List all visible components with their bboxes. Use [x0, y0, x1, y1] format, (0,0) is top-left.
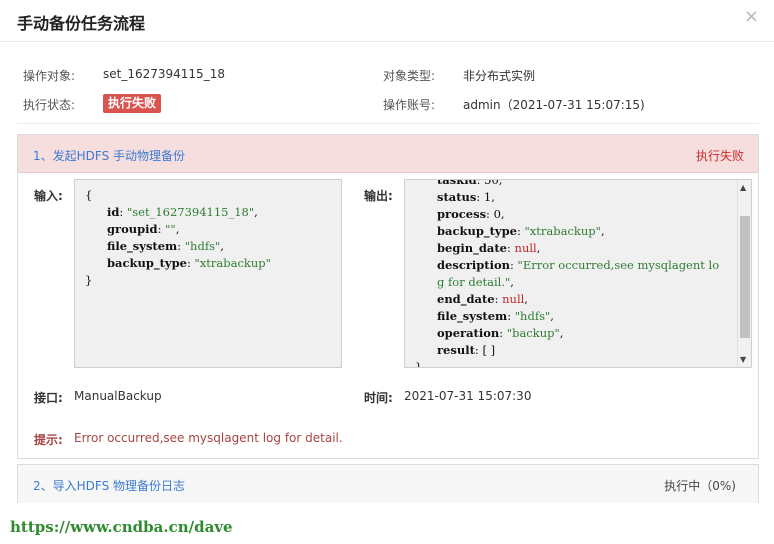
hint-value: Error occurred,see mysqlagent log for de…: [74, 431, 343, 445]
code-line: description: "Error occurred,see mysqlag…: [437, 258, 720, 272]
output-label: 输出:: [364, 189, 393, 203]
code-line: result: [ ]: [437, 343, 496, 357]
code-line: g for detail.",: [437, 275, 514, 289]
footer-link[interactable]: https://www.cndba.cn/dave: [10, 518, 233, 536]
code-line: end_date: null,: [437, 292, 528, 306]
code-line: operation: "backup",: [437, 326, 564, 340]
output-code-box[interactable]: taskid: 50, status: 1, process: 0, backu…: [404, 179, 752, 368]
task-status-2: 执行中（0%): [664, 479, 736, 493]
task-name-1[interactable]: 1、发起HDFS 手动物理备份: [33, 147, 185, 164]
output-scrollbar[interactable]: ▲ ▼: [737, 180, 751, 367]
task-status-1: 执行失败: [695, 149, 744, 163]
exec-status-label: 执行状态:: [23, 98, 76, 112]
code-line: }: [85, 273, 93, 287]
status-badge: 执行失败: [103, 94, 162, 113]
code-line: }: [415, 360, 423, 368]
account-value: admin（2021-07-31 15:07:15): [463, 98, 645, 112]
code-line: backup_type: "xtrabackup": [107, 256, 271, 270]
input-code-box[interactable]: { id: "set_1627394115_18", groupid: "", …: [74, 179, 342, 368]
dialog-title: 手动备份任务流程: [17, 14, 146, 33]
code-line: backup_type: "xtrabackup",: [437, 224, 605, 238]
task-panel-2: 2、导入HDFS 物理备份日志 执行中（0%): [17, 464, 759, 503]
code-line: begin_date: null,: [437, 241, 541, 255]
code-line: file_system: "hdfs",: [107, 239, 224, 253]
input-label: 输入:: [34, 189, 63, 203]
code-line: {: [85, 188, 93, 202]
time-value: 2021-07-31 15:07:30: [404, 389, 532, 403]
code-line: file_system: "hdfs",: [437, 309, 554, 323]
account-label: 操作账号:: [383, 98, 436, 112]
api-label: 接口:: [34, 391, 63, 405]
code-line: id: "set_1627394115_18",: [107, 205, 258, 219]
code-line: groupid: "",: [107, 222, 180, 236]
time-label: 时间:: [364, 391, 393, 405]
object-value: set_1627394115_18: [103, 67, 225, 81]
task-name-2[interactable]: 2、导入HDFS 物理备份日志: [33, 477, 185, 494]
object-type-label: 对象类型:: [383, 69, 436, 83]
close-icon[interactable]: ×: [744, 7, 759, 27]
divider: [17, 123, 759, 124]
scroll-up-icon[interactable]: ▲: [740, 183, 746, 192]
api-value: ManualBackup: [74, 389, 162, 403]
object-type-value: 非分布式实例: [463, 69, 536, 83]
scroll-down-icon[interactable]: ▼: [740, 355, 746, 364]
hint-label: 提示:: [34, 433, 63, 447]
code-line: process: 0,: [437, 207, 505, 221]
task-header-1[interactable]: 1、发起HDFS 手动物理备份 执行失败: [18, 135, 758, 173]
code-line: taskid: 50,: [437, 179, 503, 187]
task-header-2[interactable]: 2、导入HDFS 物理备份日志 执行中（0%): [18, 465, 758, 503]
dialog-header: 手动备份任务流程 ×: [0, 0, 774, 42]
task-panel-1: 1、发起HDFS 手动物理备份 执行失败 输入: { id: "set_1627…: [17, 134, 759, 459]
object-label: 操作对象:: [23, 69, 76, 83]
scroll-thumb[interactable]: [740, 216, 750, 338]
code-line: status: 1,: [437, 190, 495, 204]
